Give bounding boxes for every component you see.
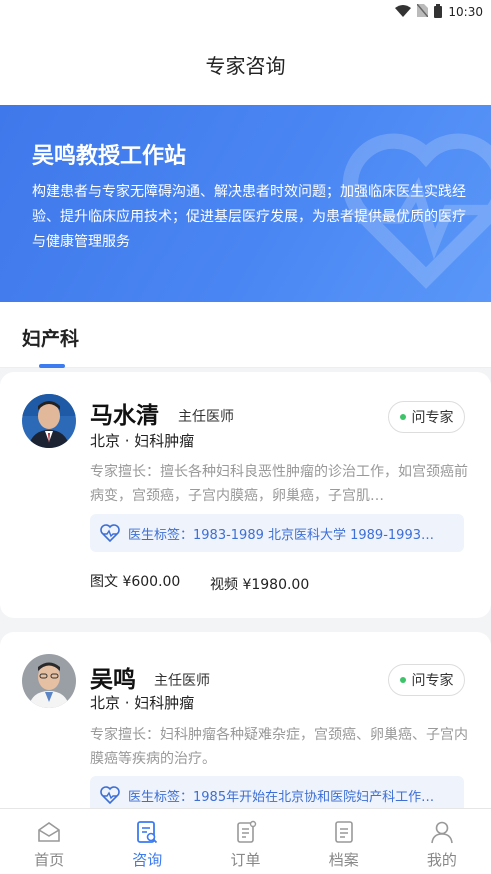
- nav-consult[interactable]: 咨询: [98, 809, 196, 874]
- text-consult-price: 图文 ¥600.00: [90, 574, 181, 590]
- bottom-navigation: 首页 咨询 订单 档案 我的: [0, 808, 491, 874]
- video-consult-price: 视频 ¥1980.00: [210, 577, 310, 593]
- doctor-name: 马水清: [90, 403, 159, 429]
- nav-consult-label: 咨询: [132, 851, 163, 869]
- profile-icon: [431, 821, 453, 844]
- banner-description: 构建患者与专家无障碍沟通、解决患者时效问题；加强临床医生实践经验、提升临床应用技…: [32, 184, 466, 250]
- doctor-department: 北京 · 妇科肿瘤: [90, 694, 195, 712]
- doctor-expertise: 专家擅长：擅长各种妇科良恶性肿瘤的诊治工作，如宫颈癌前病变，宫颈癌，子宫内膜癌，…: [90, 464, 468, 504]
- doctor-name: 吴鸣: [90, 667, 136, 693]
- page-title: 专家咨询: [205, 54, 286, 78]
- banner-title: 吴鸣教授工作站: [32, 144, 187, 169]
- nav-orders[interactable]: 订单: [196, 809, 294, 874]
- nav-profile[interactable]: 我的: [393, 809, 491, 874]
- heart-tag-icon: [100, 524, 120, 542]
- avatar: [22, 394, 76, 448]
- department-tabs: 妇产科: [0, 302, 491, 368]
- doctor-rank: 主任医师: [178, 409, 234, 425]
- record-icon: [334, 821, 353, 843]
- workstation-banner: 吴鸣教授工作站 构建患者与专家无障碍沟通、解决患者时效问题；加强临床医生实践经验…: [0, 105, 491, 302]
- doctor-department: 北京 · 妇科肿瘤: [90, 432, 195, 450]
- doctor-rank: 主任医师: [154, 673, 210, 689]
- heart-tag-icon: [100, 786, 120, 804]
- nav-home[interactable]: 首页: [0, 809, 98, 874]
- online-dot-icon: [399, 414, 406, 420]
- order-icon: [236, 820, 256, 843]
- online-dot-icon: [399, 677, 406, 683]
- doctor-card[interactable]: 吴鸣 主任医师 北京 · 妇科肿瘤 问专家 专家擅长：妇科肿瘤各种疑难杂症，宫颈…: [0, 632, 491, 832]
- battery-icon: [434, 3, 443, 21]
- doctor-tags: 医生标签：1983-1989 北京医科大学 1989-1993…: [90, 514, 464, 552]
- nav-records-label: 档案: [328, 851, 359, 869]
- tab-obstetrics-gynecology[interactable]: 妇产科: [22, 324, 79, 351]
- tab-active-indicator: [39, 364, 65, 368]
- home-icon: [38, 822, 60, 842]
- nav-orders-label: 订单: [230, 851, 261, 869]
- ask-expert-label: 问专家: [411, 673, 454, 689]
- doctor-tags-text: 医生标签：1983-1989 北京医科大学 1989-1993…: [128, 527, 434, 543]
- ask-expert-button[interactable]: 问专家: [388, 664, 465, 696]
- nav-profile-label: 我的: [426, 851, 457, 869]
- ask-expert-button[interactable]: 问专家: [388, 401, 465, 433]
- status-time: 10:30: [448, 5, 483, 19]
- ask-expert-label: 问专家: [411, 410, 454, 426]
- doctor-card[interactable]: 马水清 主任医师 北京 · 妇科肿瘤 问专家 专家擅长：擅长各种妇科良恶性肿瘤的…: [0, 372, 491, 618]
- consult-icon: [137, 821, 158, 844]
- page-header: 专家咨询: [0, 24, 491, 105]
- nav-home-label: 首页: [34, 851, 65, 869]
- status-bar: 10:30: [0, 0, 491, 24]
- no-sim-icon: [416, 3, 429, 20]
- doctor-expertise: 专家擅长：妇科肿瘤各种疑难杂症，宫颈癌、卵巢癌、子宫内膜癌等疾病的治疗。: [90, 727, 468, 767]
- doctor-tags-text: 医生标签：1985年开始在北京协和医院妇产科工作…: [128, 789, 435, 805]
- avatar: [22, 654, 76, 708]
- wifi-icon: [395, 4, 412, 20]
- nav-records[interactable]: 档案: [295, 809, 393, 874]
